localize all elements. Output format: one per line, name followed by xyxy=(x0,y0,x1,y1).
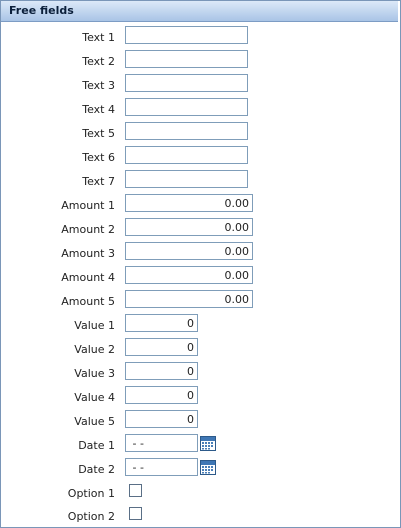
amount-input-4[interactable] xyxy=(125,266,253,284)
calendar-icon[interactable] xyxy=(200,459,216,475)
value-label-3: Value 3 xyxy=(74,367,115,380)
amount-label-5: Amount 5 xyxy=(61,295,115,308)
date-row-1: Date 1 xyxy=(0,434,399,456)
value-label-2: Value 2 xyxy=(74,343,115,356)
text-input-4[interactable] xyxy=(125,98,248,116)
date-label-1: Date 1 xyxy=(78,439,115,452)
amount-label-4: Amount 4 xyxy=(61,271,115,284)
amount-row-4: Amount 4 xyxy=(0,266,399,288)
option-label-1: Option 1 xyxy=(67,487,115,500)
text-row-1: Text 1 xyxy=(0,26,399,48)
text-label-2: Text 2 xyxy=(82,55,115,68)
amount-input-1[interactable] xyxy=(125,194,253,212)
panel-header: Free fields xyxy=(1,1,398,22)
value-row-2: Value 2 xyxy=(0,338,399,360)
text-input-1[interactable] xyxy=(125,26,248,44)
value-input-5[interactable] xyxy=(125,410,198,428)
date-input-1[interactable] xyxy=(125,434,198,452)
option-checkbox-2[interactable] xyxy=(129,507,142,520)
value-input-4[interactable] xyxy=(125,386,198,404)
text-label-3: Text 3 xyxy=(82,79,115,92)
date-row-2: Date 2 xyxy=(0,458,399,480)
date-input-2[interactable] xyxy=(125,458,198,476)
value-row-3: Value 3 xyxy=(0,362,399,384)
option-label-2: Option 2 xyxy=(67,510,115,523)
date-label-2: Date 2 xyxy=(78,463,115,476)
value-input-1[interactable] xyxy=(125,314,198,332)
amount-label-3: Amount 3 xyxy=(61,247,115,260)
amount-input-5[interactable] xyxy=(125,290,253,308)
text-input-3[interactable] xyxy=(125,74,248,92)
text-row-4: Text 4 xyxy=(0,98,399,120)
value-input-2[interactable] xyxy=(125,338,198,356)
calendar-icon[interactable] xyxy=(200,435,216,451)
amount-row-3: Amount 3 xyxy=(0,242,399,264)
text-row-2: Text 2 xyxy=(0,50,399,72)
text-input-5[interactable] xyxy=(125,122,248,140)
text-label-4: Text 4 xyxy=(82,103,115,116)
amount-row-5: Amount 5 xyxy=(0,290,399,312)
amount-row-1: Amount 1 xyxy=(0,194,399,216)
text-row-6: Text 6 xyxy=(0,146,399,168)
text-label-6: Text 6 xyxy=(82,151,115,164)
value-label-5: Value 5 xyxy=(74,415,115,428)
panel-title: Free fields xyxy=(9,4,74,17)
amount-input-2[interactable] xyxy=(125,218,253,236)
text-label-1: Text 1 xyxy=(82,31,115,44)
text-input-2[interactable] xyxy=(125,50,248,68)
text-label-5: Text 5 xyxy=(82,127,115,140)
value-row-4: Value 4 xyxy=(0,386,399,408)
value-input-3[interactable] xyxy=(125,362,198,380)
text-input-7[interactable] xyxy=(125,170,248,188)
value-label-1: Value 1 xyxy=(74,319,115,332)
amount-row-2: Amount 2 xyxy=(0,218,399,240)
text-row-7: Text 7 xyxy=(0,170,399,192)
option-row-2: Option 2 xyxy=(0,505,399,527)
text-label-7: Text 7 xyxy=(82,175,115,188)
value-row-5: Value 5 xyxy=(0,410,399,432)
text-input-6[interactable] xyxy=(125,146,248,164)
option-checkbox-1[interactable] xyxy=(129,484,142,497)
amount-label-1: Amount 1 xyxy=(61,199,115,212)
text-row-5: Text 5 xyxy=(0,122,399,144)
value-label-4: Value 4 xyxy=(74,391,115,404)
value-row-1: Value 1 xyxy=(0,314,399,336)
amount-input-3[interactable] xyxy=(125,242,253,260)
option-row-1: Option 1 xyxy=(0,482,399,504)
amount-label-2: Amount 2 xyxy=(61,223,115,236)
text-row-3: Text 3 xyxy=(0,74,399,96)
